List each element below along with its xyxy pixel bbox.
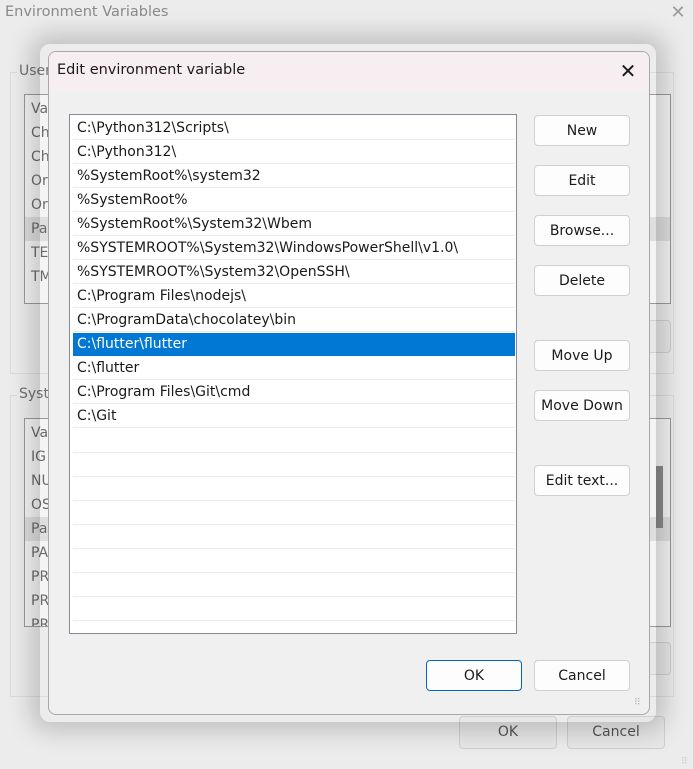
empty-list-row[interactable] [73,525,515,549]
move-up-button[interactable]: Move Up [534,340,630,371]
cancel-button[interactable]: Cancel [567,716,665,749]
move-down-button[interactable]: Move Down [534,390,630,421]
path-list-item[interactable]: %SYSTEMROOT%\System32\WindowsPowerShell\… [73,237,515,260]
empty-list-row[interactable] [73,477,515,501]
dialog-title-bar: Edit environment variable ✕ [49,52,649,90]
empty-list-row[interactable] [73,573,515,597]
path-list-item[interactable]: C:\Python312\ [73,141,515,164]
dialog-title: Edit environment variable [57,62,246,78]
path-list-item[interactable]: %SYSTEMROOT%\System32\OpenSSH\ [73,261,515,284]
path-list-item[interactable]: C:\ProgramData\chocolatey\bin [73,309,515,332]
close-icon[interactable]: ✕ [615,58,641,84]
ok-button[interactable]: OK [426,660,522,691]
cancel-button[interactable]: Cancel [534,660,630,691]
ok-button[interactable]: OK [459,716,557,749]
path-list-item[interactable]: C:\flutter [73,357,515,380]
close-icon[interactable]: ✕ [669,4,687,22]
edit-text-button[interactable]: Edit text... [534,465,630,496]
resize-grip-icon[interactable]: ⠿ [634,699,646,712]
path-list-item[interactable]: C:\flutter\flutter [73,333,515,356]
resize-grip-icon[interactable]: ⠿ [681,757,691,767]
empty-list-row[interactable] [73,501,515,525]
path-list-item[interactable]: C:\Program Files\nodejs\ [73,285,515,308]
path-list-item[interactable]: %SystemRoot%\System32\Wbem [73,213,515,236]
path-list-item[interactable]: C:\Python312\Scripts\ [73,117,515,140]
delete-button[interactable]: Delete [534,265,630,296]
new-button[interactable]: New [534,115,630,146]
edit-environment-variable-dialog: Edit environment variable ✕ C:\Python312… [48,51,650,715]
edit-button[interactable]: Edit [534,165,630,196]
window-title: Environment Variables [5,4,169,20]
path-list-item[interactable]: C:\Git [73,405,515,428]
browse-button[interactable]: Browse... [534,215,630,246]
empty-list-row[interactable] [73,549,515,573]
empty-list-row[interactable] [73,597,515,621]
empty-list-row[interactable] [73,453,515,477]
path-list[interactable]: C:\Python312\Scripts\ C:\Python312\ %Syste… [69,114,517,634]
path-list-item[interactable]: %SystemRoot%\system32 [73,165,515,188]
empty-list-row[interactable] [73,429,515,453]
path-list-item[interactable]: %SystemRoot% [73,189,515,212]
path-list-item[interactable]: C:\Program Files\Git\cmd [73,381,515,404]
scrollbar-thumb[interactable] [656,466,663,528]
